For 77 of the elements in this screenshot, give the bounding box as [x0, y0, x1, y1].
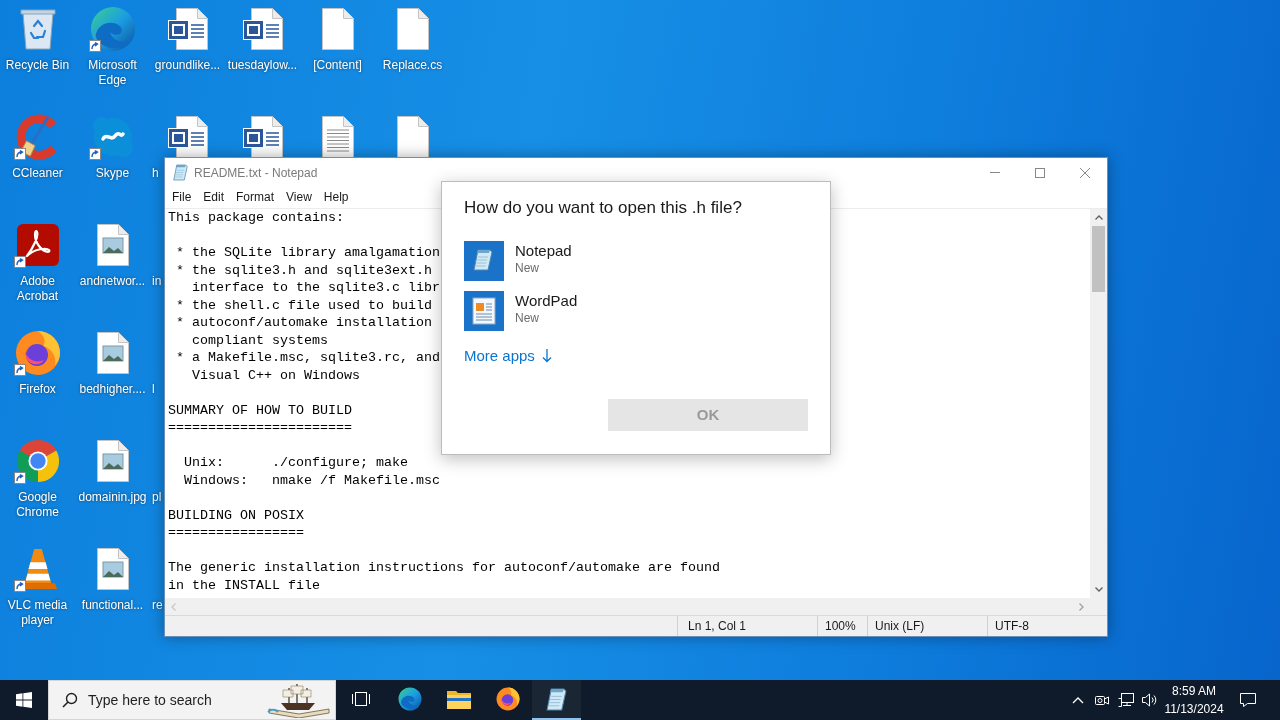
notepad-icon: [546, 687, 567, 711]
more-apps-link[interactable]: More apps: [464, 347, 552, 365]
desktop-icon-label[interactable]: l: [152, 382, 155, 397]
app-option[interactable]: Notepad New: [464, 241, 576, 281]
minimize-icon: [989, 172, 1000, 173]
text-line: The generic installation instructions for autoconf/automake are found: [168, 559, 720, 577]
desktop-icon-label[interactable]: pl: [152, 490, 162, 505]
image-file-icon: [96, 224, 129, 266]
text-line: compliant systems: [191, 331, 328, 349]
text-line: This package contains:: [168, 209, 344, 227]
taskbar-button[interactable]: [532, 680, 581, 720]
chevron-up-icon: [1072, 696, 1084, 704]
close-icon: [1079, 167, 1090, 178]
text-line: * the SQLite library amalgamation: [175, 244, 440, 262]
scroll-down-icon[interactable]: [1094, 587, 1103, 592]
fox-globe-icon: [14, 330, 61, 376]
text-line: SUMMARY OF HOW TO BUILD: [168, 401, 352, 419]
dialog-title: How do you want to open this .h file?: [464, 197, 743, 219]
text-line: Visual C++ on Windows: [191, 366, 360, 384]
blank-file-icon: [321, 8, 354, 50]
swirl-icon: [397, 687, 422, 711]
app-option[interactable]: WordPad New: [464, 291, 582, 331]
clock-button[interactable]: 8:59 AM 11/13/2024: [1162, 680, 1226, 720]
wave-circle-icon: [90, 115, 135, 159]
text-line: =======================: [168, 419, 352, 437]
document-icon: [167, 8, 208, 50]
status-text: Ln 1, Col 1: [688, 618, 747, 635]
desktop-icon-label[interactable]: re: [152, 598, 163, 613]
menu-item[interactable]: File: [166, 188, 198, 207]
menu-item[interactable]: Help: [317, 188, 355, 207]
segmented-circle-icon: [14, 438, 61, 484]
text-line: * a Makefile.msc, sqlite3.rc, and: [175, 349, 440, 367]
window-title: README.txt - Notepad: [194, 164, 318, 182]
text-line: in the INSTALL file: [168, 576, 320, 594]
desktop-icon-label[interactable]: in: [152, 274, 162, 289]
text-line: =================: [168, 524, 304, 542]
image-file-icon: [96, 440, 129, 482]
text-line: Unix: ./configure; make: [183, 454, 408, 472]
text-line: * the shell.c file used to build: [175, 296, 432, 314]
notepad-icon: [464, 241, 504, 281]
start-icon: [16, 692, 32, 708]
menu-item[interactable]: Edit: [197, 188, 231, 207]
status-text: UTF-8: [995, 618, 1029, 635]
desktop-icon-label[interactable]: h: [152, 166, 159, 181]
scroll-up-icon[interactable]: [1094, 215, 1103, 220]
vertical-scrollbar[interactable]: [1090, 209, 1107, 598]
text-line: BUILDING ON POSIX: [168, 506, 304, 524]
fox-globe-icon: [495, 687, 520, 711]
text-line: interface to the sqlite3.c libr: [191, 279, 440, 297]
image-file-icon: [96, 332, 129, 374]
swirl-icon: [89, 6, 136, 52]
text-line: * autoconf/automake installation: [175, 314, 432, 332]
document-icon: [464, 291, 504, 331]
document-icon: [242, 8, 283, 50]
notepad-icon: [173, 164, 188, 181]
status-text: Unix (LF): [875, 618, 925, 635]
arrow-down-icon: [541, 349, 552, 363]
notification-icon: [1239, 692, 1257, 708]
network-icon: [1117, 692, 1135, 708]
status-text: 100%: [825, 618, 856, 635]
ship-icon: [267, 682, 331, 718]
speaker-icon: [1141, 692, 1159, 708]
text-line: Windows: nmake /f Makefile.msc: [183, 471, 440, 489]
menu-item[interactable]: View: [280, 188, 318, 207]
text-line: * the sqlite3.h and sqlite3ext.h: [175, 261, 432, 279]
search-box[interactable]: Type here to search: [48, 680, 336, 720]
image-file-icon: [96, 548, 129, 590]
search-field[interactable]: Type here to search: [88, 685, 267, 715]
maximize-icon: [1034, 167, 1045, 178]
menu-item[interactable]: Format: [230, 188, 281, 207]
ribbon-tile-icon: [16, 224, 59, 266]
trash-bin-icon: [19, 8, 56, 50]
blank-file-icon: [396, 8, 429, 50]
search-icon: [62, 692, 78, 708]
folder-icon: [446, 689, 471, 709]
scroll-thumb[interactable]: [1092, 226, 1105, 292]
task-view-icon: [350, 691, 371, 707]
